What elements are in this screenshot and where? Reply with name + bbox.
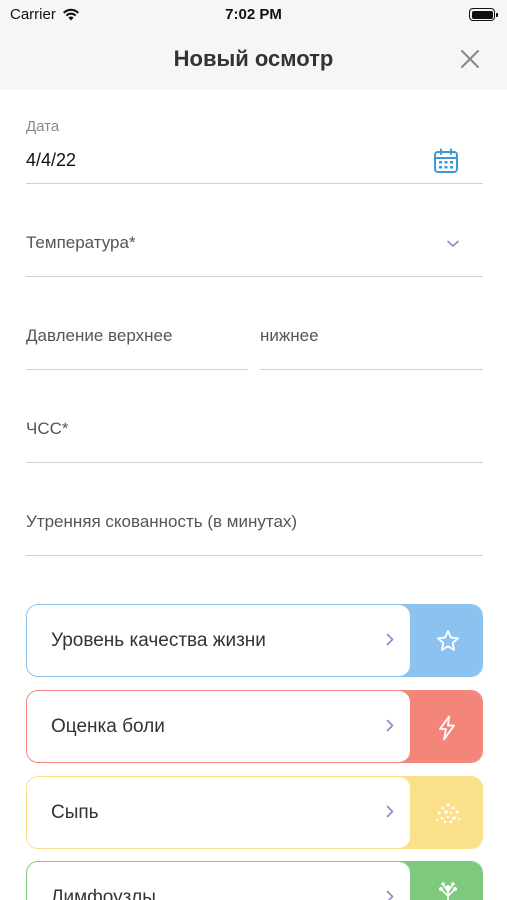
date-field[interactable]: Дата 4/4/22	[26, 118, 483, 184]
card-label: Сыпь	[51, 802, 99, 823]
date-value: 4/4/22	[26, 150, 77, 170]
pressure-lower-field[interactable]: нижнее	[260, 305, 483, 370]
heart-rate-placeholder: ЧСС*	[26, 419, 69, 438]
temperature-field[interactable]: Температура*	[26, 212, 483, 277]
quality-of-life-card[interactable]: Уровень качества жизни	[26, 604, 483, 677]
card-label: Оценка боли	[51, 716, 165, 737]
card-body: Оценка боли	[27, 691, 410, 762]
morning-stiffness-placeholder: Утренняя скованность (в минутах)	[26, 512, 298, 531]
card-body: Сыпь	[27, 777, 410, 848]
heart-rate-field[interactable]: ЧСС*	[26, 398, 483, 463]
card-label: Лимфоузлы	[51, 887, 156, 900]
lightning-icon	[439, 715, 455, 741]
chevron-down-icon[interactable]	[447, 240, 459, 248]
chevron-right-icon	[386, 805, 394, 818]
close-icon[interactable]	[459, 48, 481, 70]
morning-stiffness-field[interactable]: Утренняя скованность (в минутах)	[26, 491, 483, 556]
lymph-node-icon	[439, 882, 457, 900]
chevron-right-icon	[386, 719, 394, 732]
calendar-icon[interactable]	[433, 148, 459, 174]
card-body: Уровень качества жизни	[27, 605, 410, 676]
pressure-lower-placeholder: нижнее	[260, 326, 319, 345]
date-label: Дата	[26, 118, 60, 135]
lymph-nodes-card[interactable]: Лимфоузлы	[26, 861, 483, 900]
battery-icon	[469, 8, 498, 21]
pain-assessment-card[interactable]: Оценка боли	[26, 690, 483, 763]
pressure-upper-field[interactable]: Давление верхнее	[26, 305, 248, 370]
temperature-placeholder: Температура*	[26, 233, 136, 252]
status-time: 7:02 PM	[225, 6, 282, 23]
star-icon	[437, 630, 459, 651]
chevron-right-icon	[386, 890, 394, 900]
page-title: Новый осмотр	[173, 46, 334, 71]
rash-icon	[436, 803, 460, 824]
card-label: Уровень качества жизни	[51, 630, 266, 651]
navigation-bar: Новый осмотр	[0, 30, 507, 90]
pressure-upper-placeholder: Давление верхнее	[26, 326, 173, 345]
chevron-right-icon	[386, 633, 394, 646]
card-body: Лимфоузлы	[27, 862, 410, 900]
status-bar: Carrier 7:02 PM	[0, 0, 507, 30]
rash-card[interactable]: Сыпь	[26, 776, 483, 849]
